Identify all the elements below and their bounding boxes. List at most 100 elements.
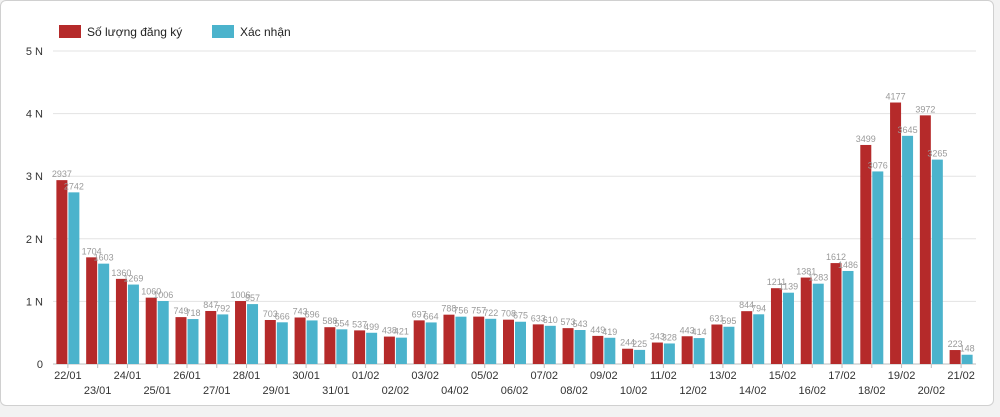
- bar-registered: [562, 328, 574, 364]
- x-tick-label: 26/01: [173, 370, 201, 382]
- bar-confirmed: [247, 304, 259, 364]
- x-tick-label: 15/02: [769, 370, 797, 382]
- data-label-confirmed: 1283: [808, 273, 828, 283]
- bar-registered: [651, 342, 663, 364]
- x-tick-label: 01/02: [352, 370, 380, 382]
- bar-confirmed: [812, 283, 824, 364]
- data-label-confirmed: 2742: [64, 181, 84, 191]
- bar-confirmed: [425, 322, 437, 364]
- x-tick-label: 09/02: [590, 370, 618, 382]
- data-label-confirmed: 554: [334, 318, 349, 328]
- x-tick-label: 05/02: [471, 370, 499, 382]
- y-tick-label: 3 N: [26, 171, 43, 183]
- bar-chart: Số lượng đăng ký Xác nhận 0 1 N 2 N 3 N 4 N 5…: [26, 25, 976, 397]
- x-tick-label: 04/02: [441, 385, 469, 397]
- legend-swatch-registered: [59, 25, 81, 38]
- x-tick-label: 16/02: [798, 385, 826, 397]
- bar-registered: [56, 180, 68, 364]
- bar-registered: [413, 320, 425, 364]
- x-tick-label: 27/01: [203, 385, 231, 397]
- data-label-confirmed: 3645: [898, 125, 918, 135]
- data-label-confirmed: 666: [275, 311, 290, 321]
- bar-registered: [741, 311, 753, 364]
- x-tick-label: 30/01: [292, 370, 320, 382]
- y-tick-label: 1 N: [26, 296, 43, 308]
- bar-confirmed: [455, 316, 467, 364]
- data-label-confirmed: 792: [215, 303, 230, 313]
- bar-confirmed: [366, 332, 378, 364]
- bar-confirmed: [842, 270, 854, 364]
- legend-label-registered: Số lượng đăng ký: [87, 25, 182, 39]
- x-tick-label: 29/01: [263, 385, 291, 397]
- bar-confirmed: [515, 321, 526, 364]
- bar-confirmed: [663, 343, 675, 364]
- legend-swatch-confirmed: [212, 25, 234, 38]
- data-label-confirmed: 1139: [779, 282, 798, 292]
- bar-registered: [86, 257, 98, 364]
- bar-registered: [503, 319, 514, 364]
- bar-confirmed: [276, 322, 288, 364]
- x-tick-label: 28/01: [233, 370, 261, 382]
- bar-confirmed: [336, 329, 348, 364]
- bar-registered: [175, 317, 187, 364]
- bar-confirmed: [217, 314, 229, 364]
- bar-registered: [830, 263, 842, 364]
- x-tick-label: 07/02: [531, 370, 559, 382]
- bar-registered: [890, 102, 902, 364]
- data-label-confirmed: 414: [692, 327, 707, 337]
- bar-registered: [592, 335, 604, 364]
- data-label-confirmed: 610: [543, 315, 558, 325]
- data-label-confirmed: 148: [960, 344, 975, 354]
- bar-confirmed: [98, 263, 110, 364]
- bar-confirmed: [753, 314, 765, 364]
- x-tick-label: 31/01: [322, 385, 350, 397]
- x-tick-label: 19/02: [888, 370, 916, 382]
- x-tick-label: 02/02: [382, 385, 410, 397]
- legend: Số lượng đăng ký Xác nhận: [59, 25, 291, 39]
- y-tick-label: 2 N: [26, 234, 43, 246]
- x-tick-label: 18/02: [858, 385, 886, 397]
- data-label-confirmed: 419: [602, 327, 617, 337]
- data-label-registered: 4177: [886, 92, 906, 102]
- x-tick-label: 10/02: [620, 385, 648, 397]
- bar-registered: [860, 144, 872, 364]
- bar-confirmed: [157, 301, 169, 364]
- bar-registered: [235, 301, 247, 364]
- bar-registered: [264, 319, 276, 364]
- x-tick-label: 17/02: [828, 370, 856, 382]
- x-axis: 22/0123/0124/0125/0126/0127/0128/0129/01…: [54, 364, 975, 397]
- x-tick-label: 20/02: [918, 385, 946, 397]
- bar-confirmed: [902, 135, 914, 364]
- bar-confirmed: [693, 338, 705, 364]
- bar-confirmed: [127, 284, 139, 364]
- data-label-confirmed: 595: [721, 316, 736, 326]
- bar-confirmed: [68, 192, 80, 364]
- data-label-confirmed: 957: [245, 293, 260, 303]
- y-axis: 0 1 N 2 N 3 N 4 N 5 N: [26, 46, 43, 371]
- bar-registered: [145, 297, 157, 364]
- data-label-registered: 3972: [915, 104, 935, 114]
- bar-registered: [622, 348, 634, 364]
- bar-confirmed: [574, 330, 586, 364]
- data-label-confirmed: 1269: [123, 274, 143, 284]
- bar-registered: [473, 316, 485, 364]
- data-label-confirmed: 696: [305, 309, 320, 319]
- bar-registered: [115, 278, 127, 364]
- data-label-confirmed: 718: [185, 308, 200, 318]
- data-label-confirmed: 499: [364, 322, 379, 332]
- bar-registered: [354, 330, 366, 364]
- legend-label-confirmed: Xác nhận: [240, 25, 291, 39]
- bar-registered: [681, 336, 693, 364]
- data-label-confirmed: 664: [424, 311, 439, 321]
- bar-confirmed: [961, 354, 973, 364]
- bar-confirmed: [544, 325, 556, 364]
- x-tick-label: 13/02: [709, 370, 737, 382]
- bar-registered: [383, 336, 395, 364]
- data-label-confirmed: 1603: [94, 253, 114, 263]
- x-tick-label: 08/02: [560, 385, 588, 397]
- data-label-registered: 3499: [856, 134, 876, 144]
- data-label-confirmed: 675: [513, 311, 528, 321]
- data-label-confirmed: 722: [483, 308, 498, 318]
- bar-registered: [294, 317, 306, 364]
- bar-registered: [800, 277, 812, 364]
